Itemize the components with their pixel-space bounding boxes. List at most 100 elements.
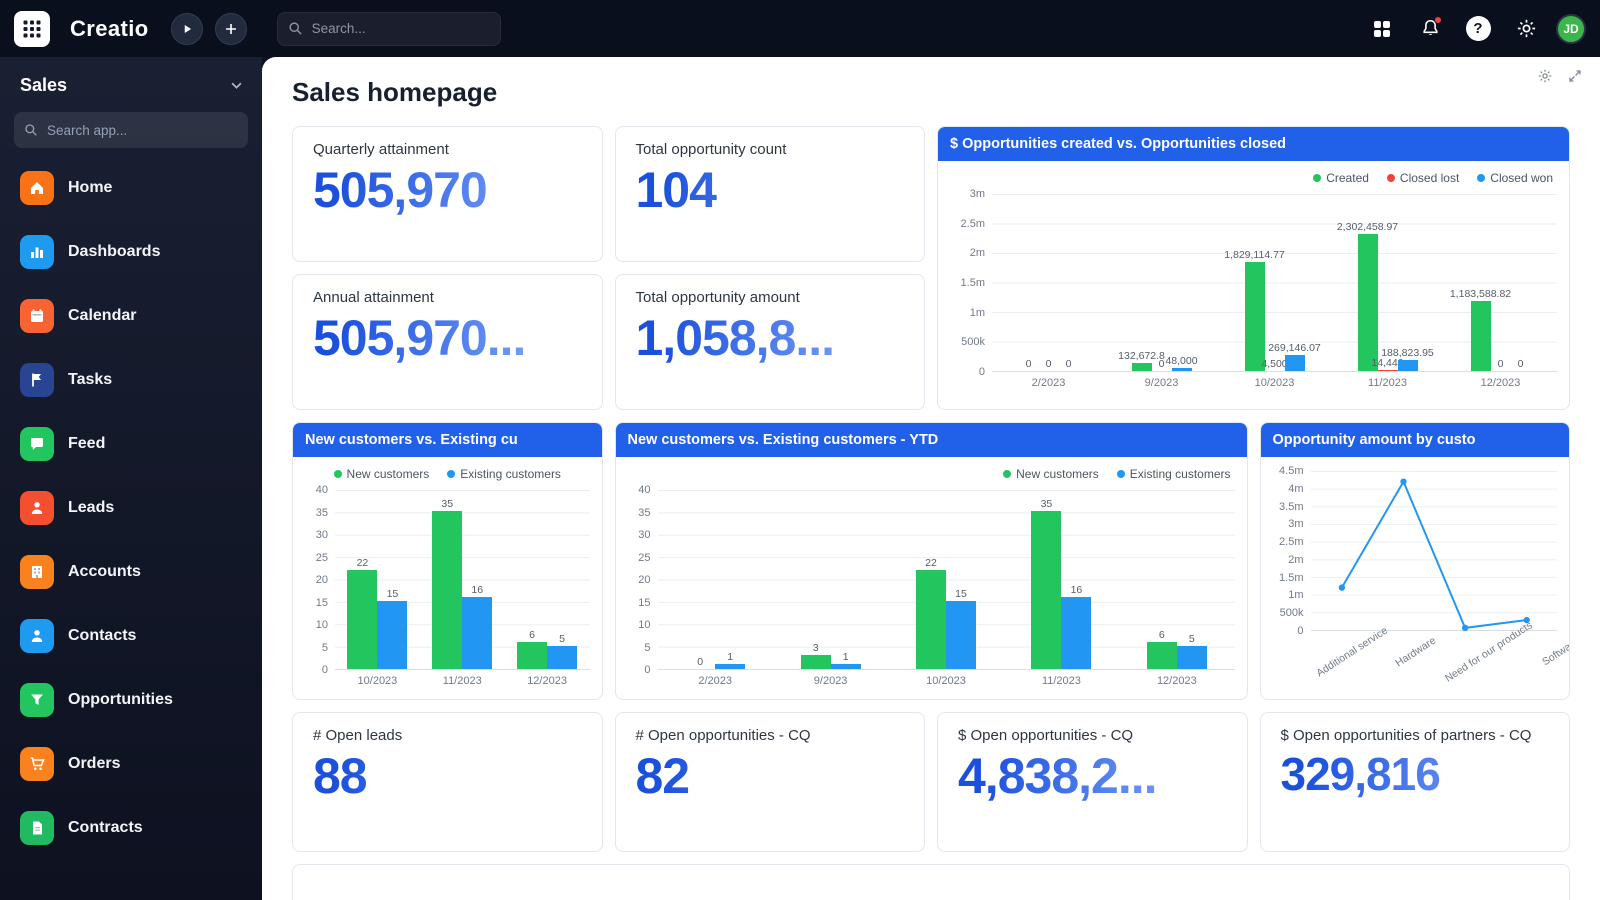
bar-group: 01	[658, 652, 773, 670]
page-title: Sales homepage	[292, 77, 1570, 108]
orders-cart-icon	[20, 747, 54, 781]
bar	[462, 597, 492, 669]
axis-tick-label: 10/2023	[335, 675, 420, 687]
sidebar-item-contracts[interactable]: Contracts	[14, 796, 248, 860]
leads-icon	[20, 491, 54, 525]
metric-card-open-leads: # Open leads 88	[292, 712, 603, 852]
global-search[interactable]	[277, 12, 501, 46]
sidebar-item-label: Orders	[68, 755, 120, 773]
page-settings-gear-icon[interactable]	[1538, 69, 1552, 83]
sidebar-item-label: Dashboards	[68, 243, 160, 261]
sidebar-item-home[interactable]: Home	[14, 156, 248, 220]
app-launcher-button[interactable]	[14, 11, 50, 47]
settings-button[interactable]	[1508, 11, 1544, 47]
legend-item: Existing customers	[1117, 467, 1231, 481]
sidebar-item-label: Contacts	[68, 627, 136, 645]
chart-body: 4.5m4m3.5m3m2.5m2m1.5m1m500k0Additional …	[1261, 457, 1570, 699]
y-axis: 3m2.5m2m1.5m1m500k0	[950, 194, 992, 372]
bar	[377, 601, 407, 669]
metric-card-total-opportunity-amount: Total opportunity amount 1,058,8...	[615, 274, 926, 410]
workspace-selector[interactable]: Sales	[14, 67, 248, 112]
bar-value-label: 0	[1026, 359, 1032, 370]
bar	[347, 570, 377, 669]
expand-icon[interactable]	[1568, 69, 1582, 83]
metric-value: 1,058,8...	[636, 310, 905, 368]
metric-label: $ Open opportunities of partners - CQ	[1281, 726, 1550, 746]
global-search-input[interactable]	[312, 21, 490, 36]
sidebar-item-label: Leads	[68, 499, 114, 517]
bar-value-label: 35	[441, 499, 453, 510]
bar-value-label: 35	[1041, 499, 1053, 510]
plot-area: 000132,672.8048,0001,829,114.774,500269,…	[992, 194, 1557, 372]
bar-value-label: 15	[387, 589, 399, 600]
app-search[interactable]	[14, 112, 248, 148]
topbar: Creatio ? JD	[0, 0, 1600, 57]
chart-title: New customers vs. Existing cu	[293, 423, 602, 457]
bar	[831, 664, 861, 669]
search-icon	[288, 21, 304, 37]
metric-label: # Open leads	[313, 726, 582, 746]
metric-card-open-opportunities-cq: # Open opportunities - CQ 82	[615, 712, 926, 852]
axis-tick-label: Additional service	[1311, 636, 1393, 683]
opportunities-funnel-icon	[20, 683, 54, 717]
bar-value-label: 5	[1189, 634, 1195, 645]
tasks-flag-icon	[20, 363, 54, 397]
bar-value-label: 5	[559, 634, 565, 645]
chart-card-new-vs-existing-customers: New customers vs. Existing cu New custom…	[292, 422, 603, 700]
sidebar-item-feed[interactable]: Feed	[14, 412, 248, 476]
metric-card-total-opportunity-count: Total opportunity count 104	[615, 126, 926, 262]
bar-group: 65	[1119, 630, 1234, 670]
axis-tick-label: 2/2023	[992, 377, 1105, 389]
sidebar-item-leads[interactable]: Leads	[14, 476, 248, 540]
data-point	[1400, 478, 1406, 484]
axis-tick-label: 11/2023	[420, 675, 505, 687]
axis-tick-label: Hardware	[1393, 636, 1439, 683]
sidebar-item-calendar[interactable]: Calendar	[14, 284, 248, 348]
bar-value-label: 16	[1071, 585, 1083, 596]
creatio-logo: Creatio	[70, 16, 149, 42]
run-process-button[interactable]	[171, 13, 203, 45]
axis-tick-label: 12/2023	[505, 675, 590, 687]
sidebar-item-opportunities[interactable]: Opportunities	[14, 668, 248, 732]
bar-value-label: 1	[727, 652, 733, 663]
sidebar-item-dashboards[interactable]: Dashboards	[14, 220, 248, 284]
contracts-document-icon	[20, 811, 54, 845]
clipped-widget-card	[292, 864, 1570, 900]
add-new-button[interactable]	[215, 13, 247, 45]
notifications-button[interactable]	[1412, 11, 1448, 47]
chart-body: New customersExisting customers403530252…	[616, 457, 1247, 699]
y-axis: 4035302520151050	[628, 490, 658, 670]
plot-area: 2215351665	[335, 490, 590, 670]
bar-value-label: 22	[357, 558, 369, 569]
metric-value: 88	[313, 748, 582, 806]
axis-tick-label: 2/2023	[658, 675, 773, 687]
legend-item: New customers	[334, 467, 430, 481]
sidebar-item-orders[interactable]: Orders	[14, 732, 248, 796]
bar	[1147, 642, 1177, 669]
app-search-input[interactable]	[47, 123, 238, 138]
sidebar-item-tasks[interactable]: Tasks	[14, 348, 248, 412]
bar	[916, 570, 946, 669]
question-mark-icon: ?	[1466, 16, 1491, 41]
data-point	[1338, 584, 1344, 590]
metric-card-open-opportunities-amount-cq: $ Open opportunities - CQ 4,838,2...	[937, 712, 1248, 852]
axis-tick-label: Software	[1540, 636, 1569, 683]
data-point	[1461, 625, 1467, 631]
dashboard-panel: Sales homepage Quarterly attainment 505,…	[262, 57, 1600, 900]
bar	[715, 664, 745, 669]
sidebar-item-contacts[interactable]: Contacts	[14, 604, 248, 668]
workplaces-button[interactable]	[1364, 11, 1400, 47]
home-icon	[20, 171, 54, 205]
help-button[interactable]: ?	[1460, 11, 1496, 47]
user-avatar[interactable]: JD	[1556, 14, 1586, 44]
metric-card-annual-attainment: Annual attainment 505,970...	[292, 274, 603, 410]
bar	[1398, 360, 1418, 371]
bar-value-label: 269,146.07	[1268, 343, 1321, 354]
plus-icon	[222, 20, 240, 38]
main-area: Sales homepage Quarterly attainment 505,…	[262, 57, 1600, 900]
bar-value-label: 1,829,114.77	[1224, 250, 1285, 261]
sidebar-item-label: Feed	[68, 435, 105, 453]
sidebar-item-accounts[interactable]: Accounts	[14, 540, 248, 604]
bar	[946, 601, 976, 669]
metric-label: $ Open opportunities - CQ	[958, 726, 1227, 746]
